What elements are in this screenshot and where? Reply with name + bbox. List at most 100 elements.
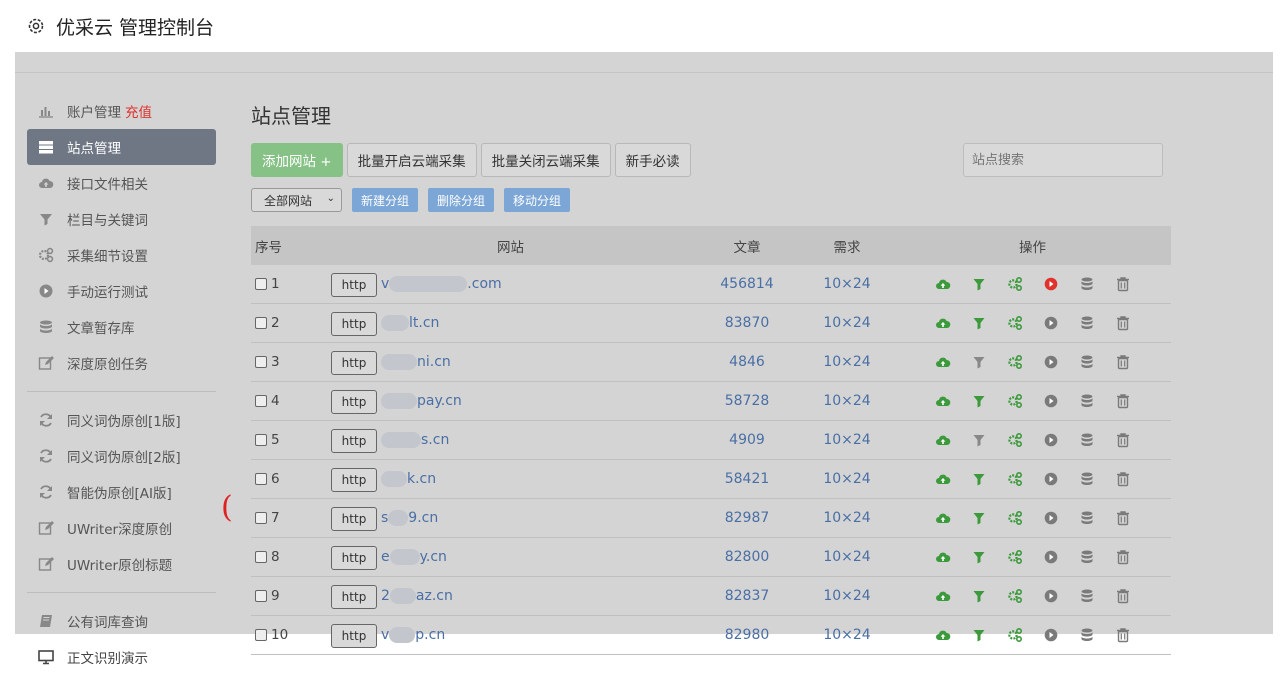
trash-icon[interactable] <box>1115 276 1131 292</box>
site-link[interactable]: e y.cn <box>381 549 447 565</box>
sidebar-item[interactable]: 公有词库查询 <box>27 603 216 639</box>
play-circle-icon[interactable] <box>1043 510 1059 526</box>
gears-icon[interactable] <box>1007 354 1023 370</box>
filter-icon[interactable] <box>971 315 987 331</box>
play-circle-icon[interactable] <box>1043 471 1059 487</box>
trash-icon[interactable] <box>1115 627 1131 643</box>
cloud-upload-icon[interactable] <box>935 588 951 604</box>
database-icon[interactable] <box>1079 510 1095 526</box>
protocol-button[interactable]: http <box>331 546 377 570</box>
site-link[interactable]: k.cn <box>381 471 436 487</box>
batch-enable-button[interactable]: 批量开启云端采集 <box>346 143 477 177</box>
recharge-link[interactable]: 充值 <box>125 101 152 121</box>
row-checkbox[interactable] <box>255 317 267 329</box>
row-checkbox[interactable] <box>255 395 267 407</box>
row-checkbox[interactable] <box>255 356 267 368</box>
new-group-button[interactable]: 新建分组 <box>352 188 419 212</box>
trash-icon[interactable] <box>1115 588 1131 604</box>
cloud-upload-icon[interactable] <box>935 627 951 643</box>
article-count[interactable]: 82987 <box>697 510 797 526</box>
gears-icon[interactable] <box>1007 549 1023 565</box>
cloud-upload-icon[interactable] <box>935 549 951 565</box>
database-icon[interactable] <box>1079 432 1095 448</box>
sidebar-item[interactable]: UWriter原创标题 <box>27 546 216 582</box>
database-icon[interactable] <box>1079 354 1095 370</box>
trash-icon[interactable] <box>1115 432 1131 448</box>
trash-icon[interactable] <box>1115 393 1131 409</box>
sidebar-item[interactable]: 正文识别演示 <box>27 639 216 675</box>
article-count[interactable]: 4846 <box>697 354 797 370</box>
article-count[interactable]: 4909 <box>697 432 797 448</box>
cloud-upload-icon[interactable] <box>935 276 951 292</box>
demand-value[interactable]: 10×24 <box>797 315 897 331</box>
cloud-upload-icon[interactable] <box>935 393 951 409</box>
trash-icon[interactable] <box>1115 354 1131 370</box>
site-link[interactable]: pay.cn <box>381 393 462 409</box>
site-link[interactable]: ni.cn <box>381 354 451 370</box>
database-icon[interactable] <box>1079 549 1095 565</box>
article-count[interactable]: 83870 <box>697 315 797 331</box>
play-circle-icon[interactable] <box>1043 432 1059 448</box>
move-group-button[interactable]: 移动分组 <box>504 188 571 212</box>
article-count[interactable]: 58728 <box>697 393 797 409</box>
demand-value[interactable]: 10×24 <box>797 276 897 292</box>
article-count[interactable]: 82837 <box>697 588 797 604</box>
trash-icon[interactable] <box>1115 471 1131 487</box>
play-circle-icon[interactable] <box>1043 393 1059 409</box>
play-circle-icon[interactable] <box>1043 315 1059 331</box>
cloud-upload-icon[interactable] <box>935 432 951 448</box>
batch-disable-button[interactable]: 批量关闭云端采集 <box>480 143 611 177</box>
sidebar-item[interactable]: UWriter深度原创 <box>27 510 216 546</box>
site-link[interactable]: s 9.cn <box>381 510 438 526</box>
row-checkbox[interactable] <box>255 473 267 485</box>
sidebar-item[interactable]: 接口文件相关 <box>27 165 216 201</box>
demand-value[interactable]: 10×24 <box>797 510 897 526</box>
article-count[interactable]: 82800 <box>697 549 797 565</box>
sidebar-item[interactable]: 文章暂存库 <box>27 309 216 345</box>
demand-value[interactable]: 10×24 <box>797 432 897 448</box>
filter-icon[interactable] <box>971 354 987 370</box>
play-circle-icon[interactable] <box>1043 588 1059 604</box>
play-circle-icon[interactable] <box>1043 549 1059 565</box>
gears-icon[interactable] <box>1007 471 1023 487</box>
filter-icon[interactable] <box>971 510 987 526</box>
database-icon[interactable] <box>1079 471 1095 487</box>
play-circle-icon[interactable] <box>1043 627 1059 643</box>
demand-value[interactable]: 10×24 <box>797 354 897 370</box>
demand-value[interactable]: 10×24 <box>797 627 897 643</box>
play-circle-icon[interactable] <box>1043 276 1059 292</box>
trash-icon[interactable] <box>1115 549 1131 565</box>
filter-icon[interactable] <box>971 276 987 292</box>
site-link[interactable]: 2 az.cn <box>381 588 453 604</box>
protocol-button[interactable]: http <box>331 468 377 492</box>
sidebar-item[interactable]: 同义词伪原创[2版] <box>27 438 216 474</box>
filter-icon[interactable] <box>971 393 987 409</box>
demand-value[interactable]: 10×24 <box>797 588 897 604</box>
database-icon[interactable] <box>1079 315 1095 331</box>
protocol-button[interactable]: http <box>331 390 377 414</box>
protocol-button[interactable]: http <box>331 624 377 648</box>
trash-icon[interactable] <box>1115 315 1131 331</box>
article-count[interactable]: 82980 <box>697 627 797 643</box>
protocol-button[interactable]: http <box>331 312 377 336</box>
guide-button[interactable]: 新手必读 <box>614 143 691 177</box>
delete-group-button[interactable]: 删除分组 <box>428 188 495 212</box>
database-icon[interactable] <box>1079 588 1095 604</box>
article-count[interactable]: 456814 <box>697 276 797 292</box>
article-count[interactable]: 58421 <box>697 471 797 487</box>
sidebar-item[interactable]: 手动运行测试 <box>27 273 216 309</box>
filter-icon[interactable] <box>971 471 987 487</box>
filter-icon[interactable] <box>971 588 987 604</box>
cloud-upload-icon[interactable] <box>935 315 951 331</box>
row-checkbox[interactable] <box>255 512 267 524</box>
gears-icon[interactable] <box>1007 432 1023 448</box>
gears-icon[interactable] <box>1007 393 1023 409</box>
cloud-upload-icon[interactable] <box>935 354 951 370</box>
row-checkbox[interactable] <box>255 434 267 446</box>
play-circle-icon[interactable] <box>1043 354 1059 370</box>
gears-icon[interactable] <box>1007 276 1023 292</box>
demand-value[interactable]: 10×24 <box>797 393 897 409</box>
sidebar-item[interactable]: 站点管理 <box>27 129 216 165</box>
filter-icon[interactable] <box>971 549 987 565</box>
demand-value[interactable]: 10×24 <box>797 549 897 565</box>
